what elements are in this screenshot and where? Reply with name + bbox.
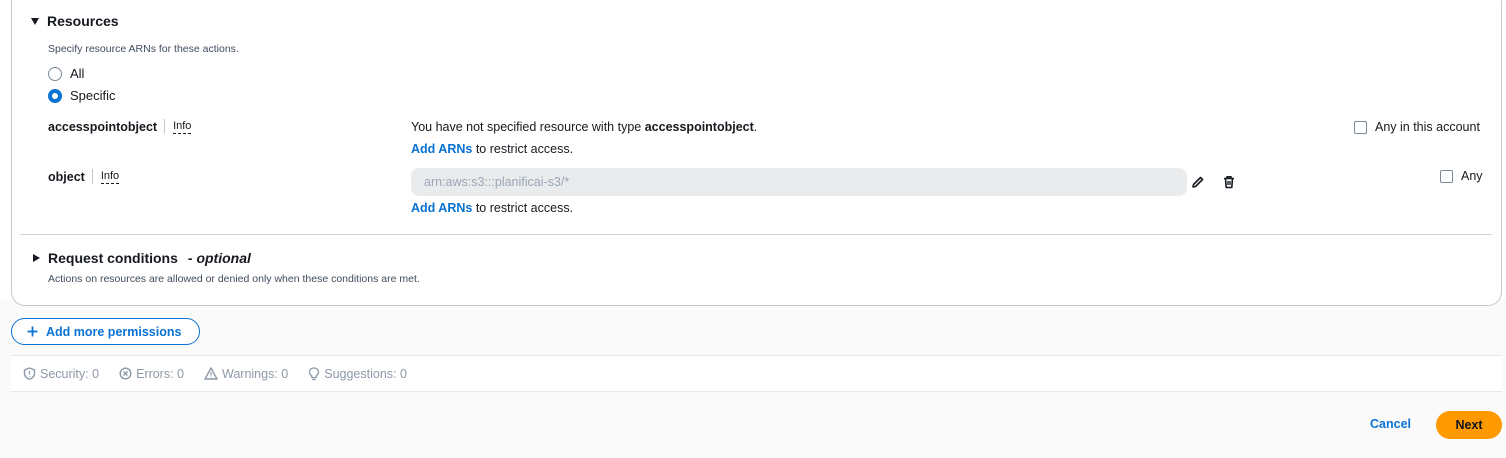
radio-all[interactable]: All [48, 66, 84, 81]
checkbox-label: Any in this account [1375, 120, 1480, 134]
warning-icon [204, 367, 218, 380]
resource-type-name: accesspointobject [48, 119, 158, 134]
any-in-account-checkbox[interactable]: Any in this account [1354, 120, 1480, 134]
any-object-checkbox[interactable]: Any [1440, 169, 1483, 183]
resource-type-name: object [48, 169, 85, 184]
info-link[interactable]: Info [100, 170, 120, 184]
checkbox-label: Any [1461, 169, 1483, 183]
message-prefix: You have not specified resource with typ… [411, 120, 645, 134]
status-warnings[interactable]: Warnings: 0 [204, 367, 288, 381]
info-link[interactable]: Info [173, 120, 192, 134]
message-type: accesspointobject [644, 120, 754, 134]
add-arns-link[interactable]: Add ARNs [411, 142, 472, 156]
restrict-text: to restrict access. [472, 201, 574, 215]
radio-specific-label: Specific [70, 88, 116, 103]
cancel-button[interactable]: Cancel [1370, 417, 1411, 431]
radio-specific[interactable]: Specific [48, 88, 116, 103]
add-arns-link[interactable]: Add ARNs [411, 201, 472, 215]
add-arns-line: Add ARNs to restrict access. [411, 142, 573, 156]
resources-section-toggle[interactable]: Resources [31, 13, 119, 29]
plus-icon [27, 326, 38, 337]
next-button[interactable]: Next [1436, 411, 1502, 439]
status-security[interactable]: Security: 0 [23, 367, 99, 381]
optional-label: - optional [187, 250, 251, 266]
label-separator [164, 119, 166, 134]
add-more-permissions-button[interactable]: Add more permissions [11, 318, 200, 345]
add-more-permissions-label: Add more permissions [46, 324, 182, 339]
no-resource-message: You have not specified resource with typ… [411, 120, 757, 134]
resources-description: Specify resource ARNs for these actions. [48, 43, 239, 55]
delete-arn-button[interactable] [1220, 173, 1238, 191]
section-divider [20, 234, 1492, 235]
arn-value-field[interactable]: arn:aws:s3:::planificai-s3/* [411, 168, 1187, 196]
status-suggestions[interactable]: Suggestions: 0 [308, 367, 407, 381]
resources-title: Resources [47, 13, 119, 29]
pencil-icon [1192, 176, 1204, 188]
edit-arn-button[interactable] [1189, 173, 1207, 191]
caret-down-icon [31, 17, 39, 25]
suggestions-count: Suggestions: 0 [324, 366, 407, 381]
error-icon [119, 367, 132, 380]
resource-label-object: object Info [48, 169, 120, 184]
checkbox-box[interactable] [1440, 169, 1453, 183]
security-count: Security: 0 [40, 366, 100, 381]
lightbulb-icon [309, 366, 320, 380]
caret-right-icon [33, 254, 40, 262]
add-arns-line: Add ARNs to restrict access. [411, 201, 573, 215]
policy-validation-status-bar: Security: 0 Errors: 0 Warnings: 0 Sugges… [11, 355, 1502, 392]
checkbox-box[interactable] [1354, 120, 1367, 134]
request-conditions-title: Request conditions [48, 250, 178, 266]
message-suffix: . [753, 120, 758, 134]
shield-icon [23, 367, 36, 380]
radio-all-circle[interactable] [48, 66, 62, 81]
request-conditions-description: Actions on resources are allowed or deni… [48, 273, 420, 285]
arn-value-text: arn:aws:s3:::planificai-s3/* [424, 175, 570, 189]
warnings-count: Warnings: 0 [222, 366, 289, 381]
next-label: Next [1455, 418, 1483, 432]
trash-icon [1224, 176, 1234, 189]
resource-label-accesspointobject: accesspointobject Info [48, 119, 192, 134]
label-separator [91, 169, 93, 184]
radio-specific-circle[interactable] [48, 88, 62, 103]
status-errors[interactable]: Errors: 0 [119, 367, 184, 381]
radio-all-label: All [70, 66, 85, 81]
errors-count: Errors: 0 [136, 366, 184, 381]
request-conditions-toggle[interactable]: Request conditions - optional [33, 250, 251, 266]
restrict-text: to restrict access. [472, 142, 574, 156]
